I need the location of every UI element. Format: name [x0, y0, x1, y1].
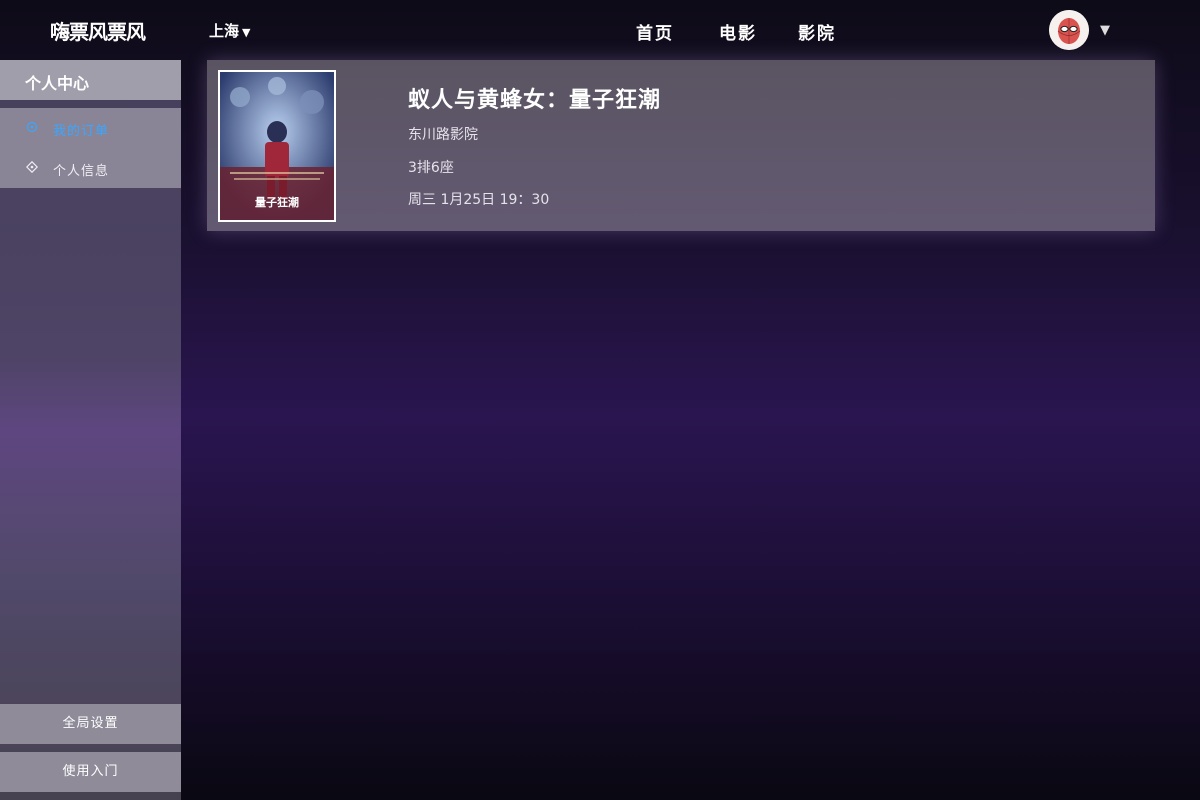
global-settings-button[interactable]: 全局设置 — [0, 704, 181, 744]
movie-poster[interactable]: 量子狂潮 — [218, 70, 336, 222]
site-logo[interactable]: 嗨票风票风 — [50, 16, 146, 45]
user-avatar[interactable] — [1049, 10, 1089, 50]
sidebar-menu: 我的订单 个人信息 — [0, 108, 181, 188]
city-label: 上海 — [209, 22, 240, 40]
getting-started-button[interactable]: 使用入门 — [0, 752, 181, 792]
movie-title: 蚁人与黄蜂女：量子狂潮 — [408, 88, 662, 113]
city-selector[interactable]: 上海 ▼ — [209, 20, 250, 41]
ticket-icon — [26, 121, 38, 133]
show-time: 周三 1月25日 19：30 — [408, 192, 550, 208]
sidebar-item-orders[interactable]: 我的订单 — [0, 108, 181, 148]
sidebar-item-label: 个人信息 — [53, 164, 110, 179]
sidebar: 个人中心 我的订单 个人信息 全局设置 使用入门 — [0, 60, 181, 800]
cinema-name: 东川路影院 — [408, 127, 478, 143]
diamond-icon — [26, 161, 38, 173]
spiderman-avatar-icon — [1049, 10, 1089, 50]
nav-home[interactable]: 首页 — [636, 19, 674, 44]
poster-caption: 量子狂潮 — [255, 196, 299, 209]
order-card[interactable]: 量子狂潮 蚁人与黄蜂女：量子狂潮 东川路影院 3排6座 周三 1月25日 19：… — [207, 60, 1155, 231]
nav-movies[interactable]: 电影 — [719, 19, 757, 44]
sidebar-title: 个人中心 — [0, 60, 181, 100]
nav-cinemas[interactable]: 影院 — [798, 19, 836, 44]
sidebar-item-label: 我的订单 — [53, 124, 110, 139]
sidebar-item-profile[interactable]: 个人信息 — [0, 148, 181, 188]
chevron-down-icon: ▼ — [242, 26, 251, 39]
top-header: 嗨票风票风 上海 ▼ 首页 电影 影院 ▼ — [0, 0, 1200, 60]
seat-info: 3排6座 — [408, 160, 454, 176]
avatar-dropdown-icon[interactable]: ▼ — [1100, 23, 1110, 38]
